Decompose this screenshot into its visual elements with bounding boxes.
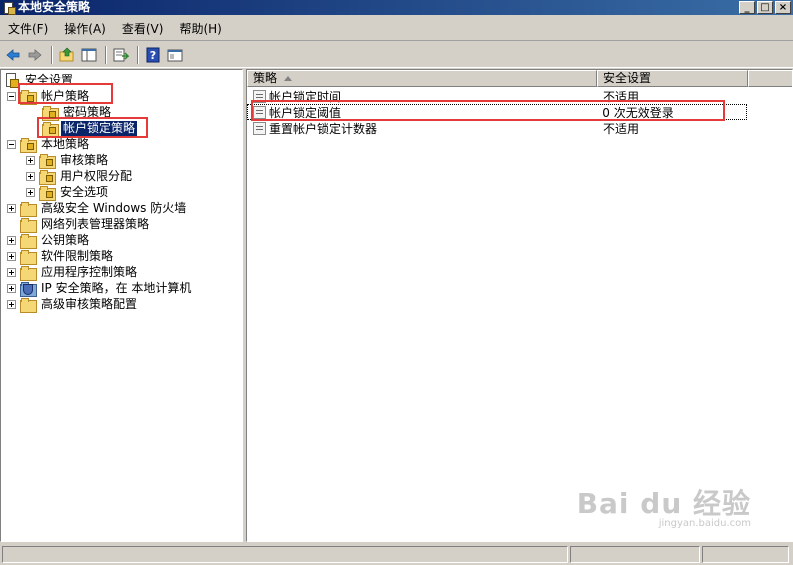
column-header-setting[interactable]: 安全设置 — [597, 70, 748, 87]
toolbar-separator — [137, 45, 139, 64]
security-policy-app-icon — [3, 1, 16, 15]
column-header-policy[interactable]: 策略 — [247, 70, 597, 87]
toolbar-separator — [51, 45, 53, 64]
title-bar[interactable]: 本地安全策略 _ □ × — [0, 0, 793, 15]
folder-icon — [20, 201, 37, 217]
policy-name: 重置帐户锁定计数器 — [269, 121, 378, 136]
tree-item-label: 高级安全 Windows 防火墙 — [41, 200, 187, 215]
minimize-button[interactable]: _ — [739, 1, 755, 14]
lock-folder-icon — [39, 169, 56, 185]
tree-item-audit-policy[interactable]: 审核策略 — [26, 152, 110, 169]
tree-item-local-policy[interactable]: 本地策略 — [7, 136, 91, 153]
help-icon[interactable]: ? — [143, 45, 163, 65]
ip-security-shield-icon — [20, 281, 37, 297]
collapse-icon[interactable] — [7, 91, 16, 101]
column-header-filler — [748, 70, 792, 87]
expand-icon[interactable] — [7, 299, 16, 309]
expand-icon[interactable] — [26, 187, 35, 197]
tree-item-app-control[interactable]: 应用程序控制策略 — [7, 264, 139, 281]
folder-icon — [20, 297, 37, 313]
policy-value: 不适用 — [603, 121, 640, 136]
show-hide-tree-icon[interactable] — [79, 45, 99, 65]
status-panel — [2, 546, 568, 563]
list-row-reset-counter[interactable]: 重置帐户锁定计数器 不适用 — [247, 120, 792, 137]
expand-icon[interactable] — [26, 171, 35, 181]
toolbar: ? — [0, 42, 793, 68]
column-header-label: 策略 — [253, 71, 278, 85]
tree-item-label: 本地策略 — [41, 136, 90, 151]
policy-cell: 重置帐户锁定计数器 — [247, 120, 597, 137]
tree-item-network-list[interactable]: 网络列表管理器策略 — [20, 216, 151, 233]
lock-folder-icon — [20, 137, 37, 153]
forward-arrow-icon[interactable] — [25, 45, 45, 65]
expand-icon[interactable] — [7, 235, 16, 245]
tree-item-software-restriction[interactable]: 软件限制策略 — [7, 248, 115, 265]
properties-icon[interactable] — [165, 45, 185, 65]
expand-icon[interactable] — [7, 267, 16, 277]
export-list-icon[interactable] — [111, 45, 131, 65]
status-panel — [702, 546, 789, 563]
column-header-label: 安全设置 — [603, 71, 652, 85]
baidu-watermark: Bai du 经验 jingyan.baidu.com — [577, 482, 751, 529]
expand-icon[interactable] — [7, 283, 16, 293]
tree-item-public-key[interactable]: 公钥策略 — [7, 232, 91, 249]
tree: 安全设置 帐户策略 密码策略 帐户锁定策略 本地策略 审核策略 用户权限分配 安… — [1, 70, 242, 313]
tree-item-advanced-audit[interactable]: 高级审核策略配置 — [7, 296, 139, 313]
expand-icon[interactable] — [7, 203, 16, 213]
tree-item-security-options[interactable]: 安全选项 — [26, 184, 110, 201]
policy-setting-icon — [253, 121, 266, 135]
tree-item-firewall[interactable]: 高级安全 Windows 防火墙 — [7, 200, 188, 217]
status-panel — [570, 546, 700, 563]
svg-text:?: ? — [150, 49, 156, 62]
maximize-button[interactable]: □ — [757, 1, 773, 14]
folder-icon — [20, 265, 37, 281]
back-arrow-icon[interactable] — [3, 45, 23, 65]
tree-item-label: IP 安全策略，在 本地计算机 — [41, 280, 192, 295]
tree-item-label: 软件限制策略 — [41, 248, 114, 263]
menu-help[interactable]: 帮助(H) — [171, 19, 229, 39]
menu-file[interactable]: 文件(F) — [0, 19, 56, 39]
list-pane[interactable]: 策略 安全设置 帐户锁定时间 不适用 帐户锁定阈值 0 次无效登录 重置帐户锁定… — [246, 69, 793, 542]
window-controls: _ □ × — [739, 1, 791, 14]
folder-icon — [20, 233, 37, 249]
folder-icon — [20, 217, 37, 233]
tree-pane[interactable]: 安全设置 帐户策略 密码策略 帐户锁定策略 本地策略 审核策略 用户权限分配 安… — [0, 69, 243, 542]
tree-item-label: 公钥策略 — [41, 232, 90, 247]
lock-folder-icon — [39, 185, 56, 201]
tree-item-label: 网络列表管理器策略 — [41, 216, 150, 231]
tree-item-user-rights[interactable]: 用户权限分配 — [26, 168, 134, 185]
expand-icon[interactable] — [7, 251, 16, 261]
collapse-icon[interactable] — [7, 139, 16, 149]
tree-item-ip-security[interactable]: IP 安全策略，在 本地计算机 — [7, 280, 193, 297]
tree-item-label: 审核策略 — [60, 152, 109, 167]
tree-item-label: 应用程序控制策略 — [41, 264, 138, 279]
status-bar — [0, 544, 793, 565]
menu-action[interactable]: 操作(A) — [56, 19, 114, 39]
list-header: 策略 安全设置 — [247, 70, 792, 87]
tree-item-label: 高级审核策略配置 — [41, 296, 138, 311]
menu-view[interactable]: 查看(V) — [114, 19, 172, 39]
watermark-logo-text: Bai du 经验 — [576, 487, 751, 520]
sort-ascending-icon — [284, 76, 292, 81]
menu-bar: 文件(F) 操作(A) 查看(V) 帮助(H) — [0, 17, 793, 41]
tree-item-label: 用户权限分配 — [60, 168, 133, 183]
expand-icon[interactable] — [26, 155, 35, 165]
folder-icon — [20, 249, 37, 265]
lock-folder-icon — [39, 153, 56, 169]
window-title: 本地安全策略 — [18, 0, 91, 14]
up-folder-icon[interactable] — [57, 45, 77, 65]
close-button[interactable]: × — [775, 1, 791, 14]
annotation-highlight-box — [251, 100, 725, 121]
toolbar-separator — [105, 45, 107, 64]
tree-item-label: 安全选项 — [60, 184, 109, 199]
